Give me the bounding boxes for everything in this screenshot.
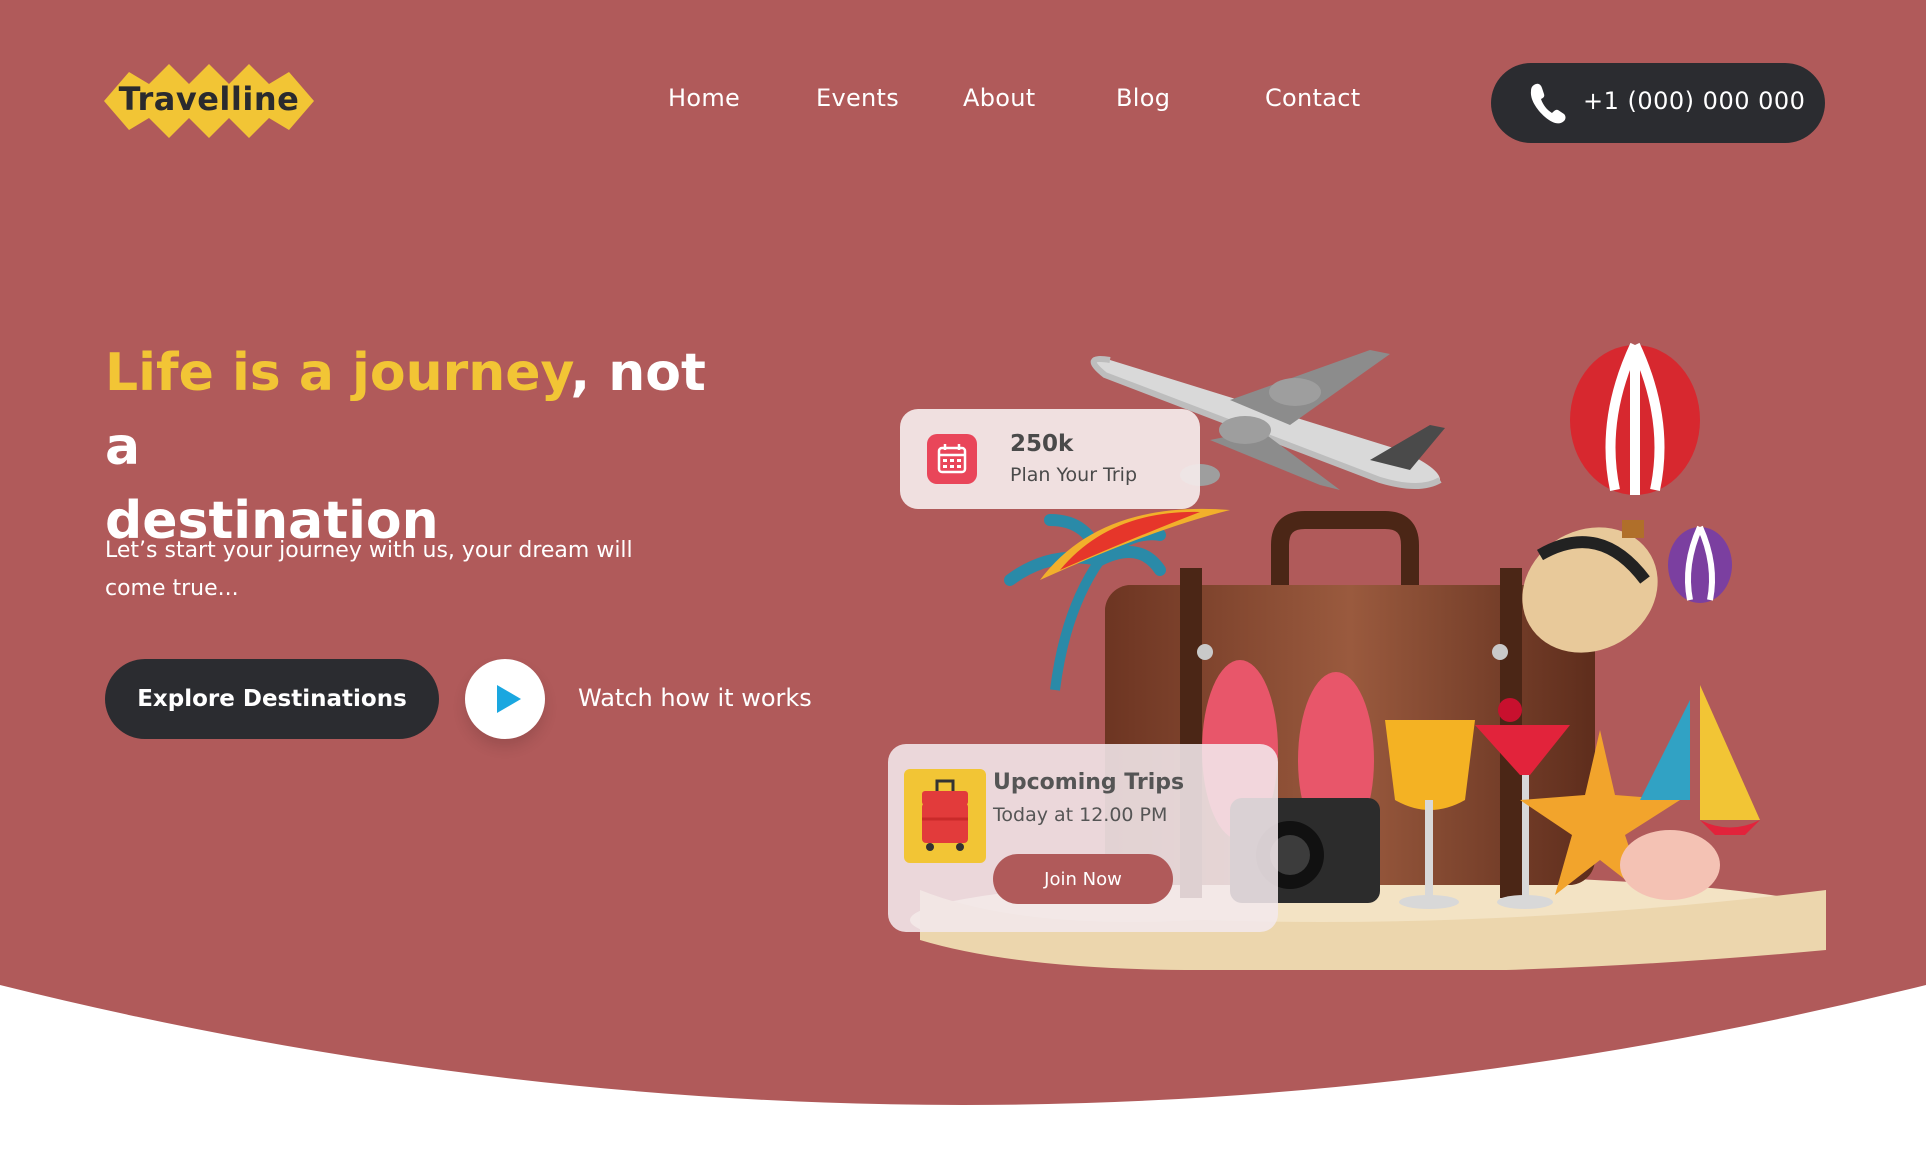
play-video-button[interactable] bbox=[465, 659, 545, 739]
hero-subtext: Let’s start your journey with us, your d… bbox=[105, 538, 633, 601]
calendar-icon bbox=[927, 434, 977, 484]
plan-trip-card[interactable]: 250k Plan Your Trip bbox=[900, 409, 1200, 509]
upcoming-trips-card: Upcoming Trips Today at 12.00 PM Join No… bbox=[888, 744, 1278, 932]
nav-link-contact[interactable]: Contact bbox=[1265, 84, 1360, 112]
play-icon bbox=[497, 685, 521, 713]
plan-count: 250k bbox=[1010, 431, 1074, 457]
nav-link-blog[interactable]: Blog bbox=[1116, 84, 1170, 112]
phone-icon bbox=[1530, 83, 1566, 124]
plan-label: Plan Your Trip bbox=[1010, 464, 1138, 486]
hero-section: Travelline Home Events About Blog Contac… bbox=[0, 0, 1926, 1163]
nav-link-events[interactable]: Events bbox=[816, 84, 899, 112]
trips-title: Upcoming Trips bbox=[993, 770, 1185, 795]
explore-destinations-button[interactable]: Explore Destinations bbox=[105, 659, 439, 739]
phone-number: +1 (000) 000 000 bbox=[1583, 87, 1806, 115]
nav-link-about[interactable]: About bbox=[963, 84, 1035, 112]
trips-time: Today at 12.00 PM bbox=[993, 804, 1168, 826]
hero-headline: Life is a journey, not a destination bbox=[105, 336, 745, 558]
watch-how-it-works-link[interactable]: Watch how it works bbox=[578, 684, 812, 712]
luggage-icon bbox=[904, 769, 986, 863]
join-now-button[interactable]: Join Now bbox=[993, 854, 1173, 904]
nav-link-home[interactable]: Home bbox=[668, 84, 740, 112]
phone-button[interactable]: +1 (000) 000 000 bbox=[1491, 63, 1825, 143]
headline-highlight: Life is a journey bbox=[105, 343, 571, 403]
